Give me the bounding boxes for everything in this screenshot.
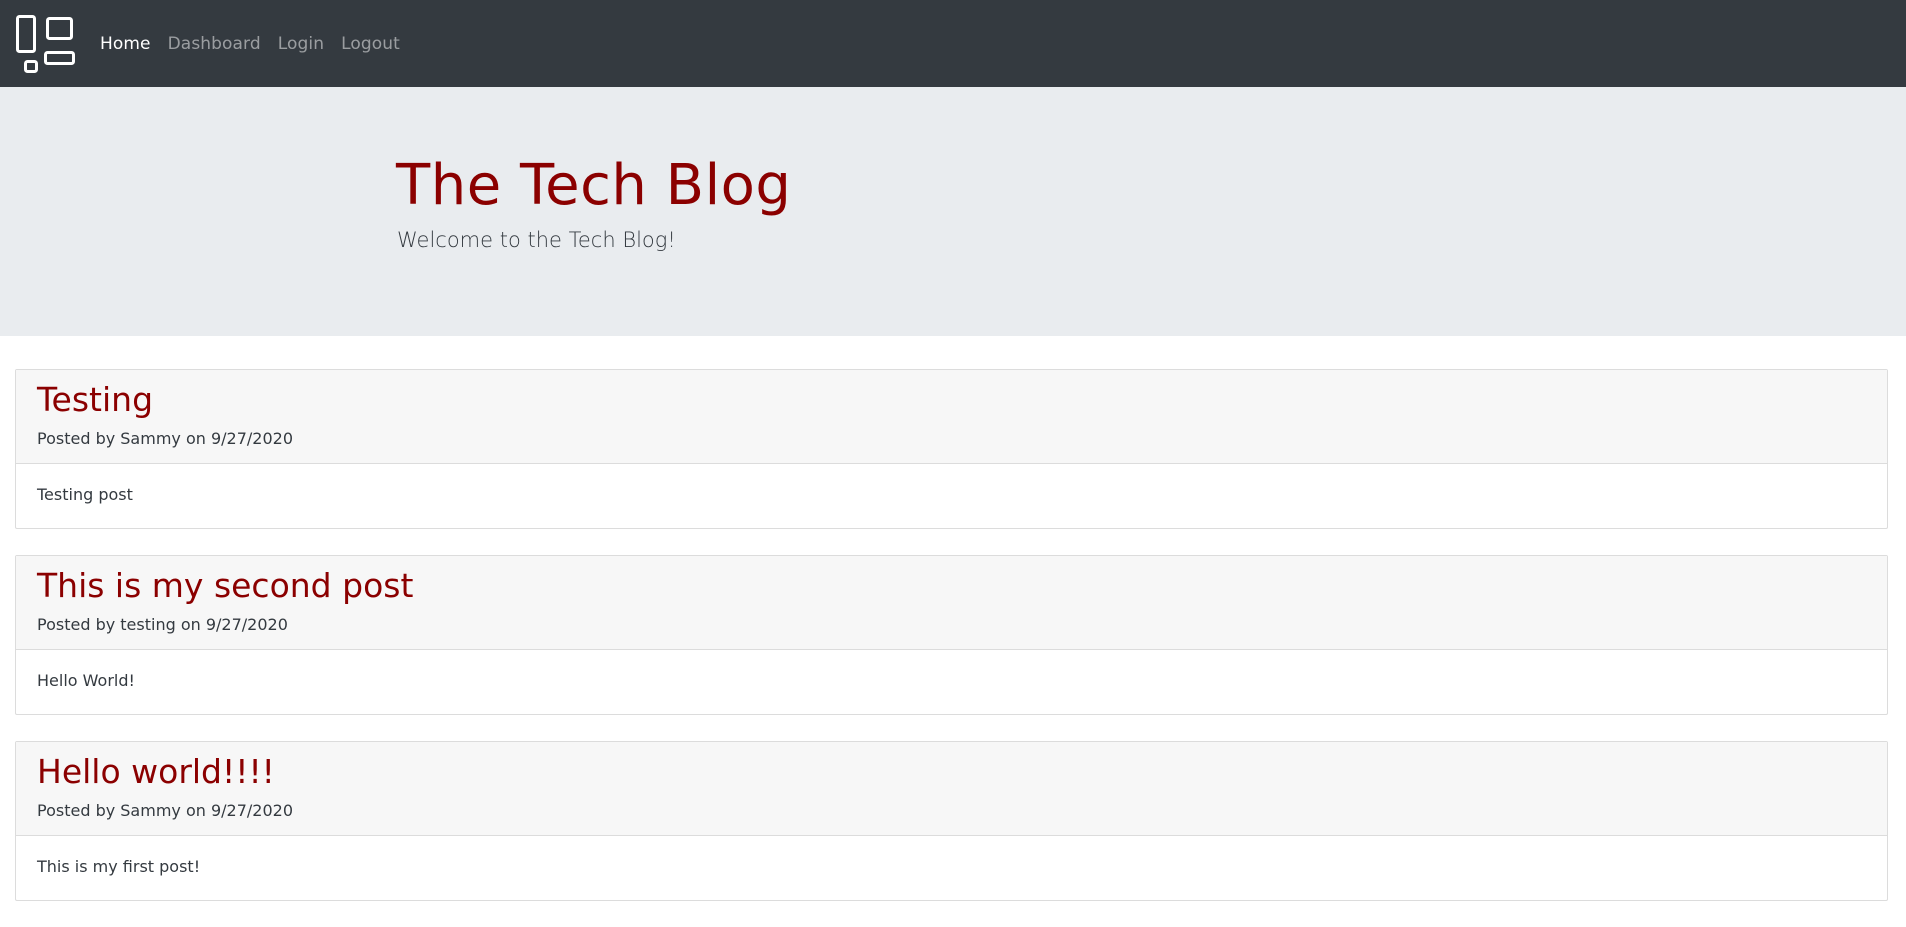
post-title[interactable]: Testing (37, 380, 153, 419)
post-content: Hello World! (37, 671, 135, 690)
nav-link-login[interactable]: Login (278, 34, 324, 54)
post-meta: Posted by Sammy on 9/27/2020 (37, 429, 294, 448)
nav-link-logout[interactable]: Logout (341, 34, 400, 54)
post-content: Testing post (37, 485, 133, 504)
page-title: The Tech Blog (396, 153, 792, 218)
top-navbar: Home Dashboard Login Logout (0, 0, 1906, 87)
post-content: This is my first post! (37, 857, 201, 876)
post-card: This is my second post Posted by testing… (15, 555, 1888, 715)
post-list: Testing Posted by Sammy on 9/27/2020 Tes… (15, 369, 1888, 927)
page-subtitle: Welcome to the Tech Blog! (397, 228, 676, 252)
nav-link-home[interactable]: Home (100, 34, 151, 54)
post-title[interactable]: Hello world!!!! (37, 752, 275, 791)
post-card-body: Hello World! (16, 650, 1887, 714)
post-card-body: Testing post (16, 464, 1887, 528)
post-card: Testing Posted by Sammy on 9/27/2020 Tes… (15, 369, 1888, 529)
post-card-header: Testing Posted by Sammy on 9/27/2020 (16, 370, 1887, 464)
post-meta: Posted by testing on 9/27/2020 (37, 615, 288, 634)
dashboard-layout-icon[interactable] (16, 15, 76, 73)
nav-links: Home Dashboard Login Logout (100, 0, 417, 87)
hero-banner: The Tech Blog Welcome to the Tech Blog! (0, 87, 1906, 336)
post-card-header: Hello world!!!! Posted by Sammy on 9/27/… (16, 742, 1887, 836)
nav-link-dashboard[interactable]: Dashboard (168, 34, 261, 54)
brand-logo-svg (16, 15, 75, 73)
post-card: Hello world!!!! Posted by Sammy on 9/27/… (15, 741, 1888, 901)
post-card-body: This is my first post! (16, 836, 1887, 900)
post-card-header: This is my second post Posted by testing… (16, 556, 1887, 650)
post-title[interactable]: This is my second post (37, 566, 413, 605)
post-meta: Posted by Sammy on 9/27/2020 (37, 801, 294, 820)
